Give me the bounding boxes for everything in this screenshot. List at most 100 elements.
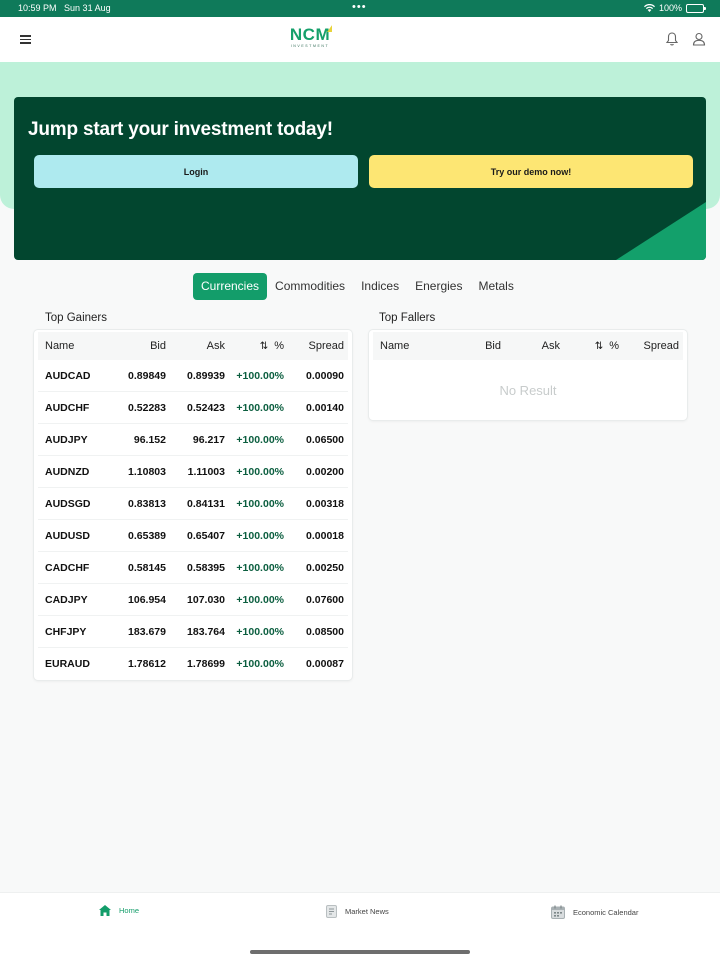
bid: 0.65389: [128, 529, 166, 542]
spread: 0.07600: [306, 593, 344, 606]
col-ask-header[interactable]: Ask: [166, 340, 225, 352]
col-name-header[interactable]: Name: [373, 340, 437, 352]
nav-economic-calendar[interactable]: Economic Calendar: [551, 905, 638, 919]
hero-banner: Jump start your investment today! Login …: [14, 97, 706, 260]
ask: 0.84131: [187, 497, 225, 510]
multitask-dots-icon[interactable]: •••: [352, 1, 367, 13]
top-gainers-table: Name Bid Ask ⇅ % Spread AUDCAD 0.89849 0.8…: [34, 330, 352, 680]
logo-subtitle: INVESTMENT: [290, 44, 330, 48]
tab-metals[interactable]: Metals: [470, 273, 521, 300]
nav-home-label: Home: [119, 906, 140, 915]
status-time: 10:59 PM Sun 31 Aug: [18, 3, 111, 13]
col-pct-header[interactable]: ⇅ %: [560, 340, 619, 352]
table-row[interactable]: CHFJPY 183.679 183.764 +100.00% 0.08500: [38, 616, 348, 648]
symbol: EURAUD: [45, 658, 90, 670]
spread: 0.00087: [306, 658, 344, 670]
ask: 96.217: [192, 433, 225, 446]
col-ask-header[interactable]: Ask: [501, 340, 560, 352]
change-pct: +100.00%: [236, 625, 284, 638]
spread: 0.00318: [306, 497, 344, 510]
change-pct: +100.00%: [236, 561, 284, 574]
symbol: AUDCAD: [45, 369, 91, 382]
table-row[interactable]: AUDJPY 96.152 96.217 +100.00% 0.06500: [38, 424, 348, 456]
tab-indices[interactable]: Indices: [353, 273, 407, 300]
table-row[interactable]: EURAUD 1.78612 1.78699 +100.00% 0.00087: [38, 648, 348, 680]
nav-home[interactable]: Home: [99, 905, 139, 916]
gainer-rows: AUDCAD 0.89849 0.89939 +100.00% 0.00090 AUDC…: [34, 360, 352, 680]
ask: 1.78699: [187, 658, 225, 670]
table-row[interactable]: CADCHF 0.58145 0.58395 +100.00% 0.00250: [38, 552, 348, 584]
symbol: AUDUSD: [45, 529, 90, 542]
col-pct-label: %: [274, 340, 284, 352]
col-name-header[interactable]: Name: [38, 340, 102, 352]
hero-title: Jump start your investment today!: [28, 119, 333, 140]
status-right: 100%: [643, 3, 706, 13]
tab-energies[interactable]: Energies: [407, 273, 470, 300]
col-spread-header[interactable]: Spread: [619, 340, 679, 352]
ask: 0.65407: [187, 529, 225, 542]
symbol: CADJPY: [45, 593, 88, 606]
try-demo-button[interactable]: Try our demo now!: [369, 155, 693, 188]
ask: 183.764: [187, 625, 225, 638]
change-pct: +100.00%: [236, 433, 284, 446]
spread: 0.00090: [306, 369, 344, 382]
col-pct-header[interactable]: ⇅ %: [225, 340, 284, 352]
change-pct: +100.00%: [236, 529, 284, 542]
table-row[interactable]: AUDCAD 0.89849 0.89939 +100.00% 0.00090: [38, 360, 348, 392]
col-bid-header[interactable]: Bid: [102, 340, 166, 352]
home-indicator[interactable]: [250, 950, 470, 954]
no-result-text: No Result: [499, 382, 557, 398]
bid: 0.83813: [128, 497, 166, 510]
menu-icon[interactable]: [20, 35, 31, 44]
spread: 0.00250: [306, 561, 344, 574]
bid: 0.89849: [128, 369, 166, 382]
nav-market-news[interactable]: Market News: [326, 905, 389, 918]
nav-news-label: Market News: [345, 907, 389, 916]
symbol: AUDJPY: [45, 433, 88, 446]
change-pct: +100.00%: [236, 401, 284, 414]
news-icon: [326, 905, 337, 918]
user-icon[interactable]: [691, 31, 707, 47]
status-time-text: 10:59 PM: [18, 3, 57, 13]
tab-currencies[interactable]: Currencies: [193, 273, 268, 300]
tab-commodities[interactable]: Commodities: [267, 273, 353, 300]
change-pct: +100.00%: [236, 593, 284, 606]
col-spread-header[interactable]: Spread: [284, 340, 344, 352]
change-pct: +100.00%: [236, 369, 284, 382]
change-pct: +100.00%: [236, 658, 284, 670]
ncm-logo[interactable]: NCM INVESTMENT: [284, 26, 336, 52]
market-tabs: Currencies Commodities Indices Energies …: [193, 273, 522, 300]
ask: 0.52423: [187, 401, 225, 414]
top-gainers-title: Top Gainers: [45, 312, 108, 324]
calendar-icon: [551, 905, 565, 919]
symbol: AUDCHF: [45, 401, 90, 414]
bell-icon[interactable]: [664, 31, 680, 47]
bid: 1.78612: [128, 658, 166, 670]
bid: 183.679: [128, 625, 166, 638]
table-header: Name Bid Ask ⇅ % Spread: [373, 332, 683, 360]
ask: 1.11003: [187, 465, 225, 478]
spread: 0.00018: [306, 529, 344, 542]
table-row[interactable]: AUDUSD 0.65389 0.65407 +100.00% 0.00018: [38, 520, 348, 552]
symbol: AUDSGD: [45, 497, 91, 510]
ask: 107.030: [187, 593, 225, 606]
login-button[interactable]: Login: [34, 155, 358, 188]
change-pct: +100.00%: [236, 465, 284, 478]
table-header: Name Bid Ask ⇅ % Spread: [38, 332, 348, 360]
table-row[interactable]: CADJPY 106.954 107.030 +100.00% 0.07600: [38, 584, 348, 616]
bid: 96.152: [133, 433, 166, 446]
bid: 106.954: [128, 593, 166, 606]
sort-icon[interactable]: ⇅: [260, 341, 268, 352]
table-row[interactable]: AUDCHF 0.52283 0.52423 +100.00% 0.00140: [38, 392, 348, 424]
spread: 0.00200: [306, 465, 344, 478]
sort-icon[interactable]: ⇅: [595, 341, 603, 352]
logo-wordmark: NCM: [289, 25, 331, 44]
symbol: CHFJPY: [45, 625, 87, 638]
spread: 0.00140: [306, 401, 344, 414]
col-bid-header[interactable]: Bid: [437, 340, 501, 352]
table-row[interactable]: AUDNZD 1.10803 1.11003 +100.00% 0.00200: [38, 456, 348, 488]
ask: 0.58395: [187, 561, 225, 574]
table-row[interactable]: AUDSGD 0.83813 0.84131 +100.00% 0.00318: [38, 488, 348, 520]
bid: 0.58145: [128, 561, 166, 574]
battery-percent: 100%: [658, 3, 682, 13]
